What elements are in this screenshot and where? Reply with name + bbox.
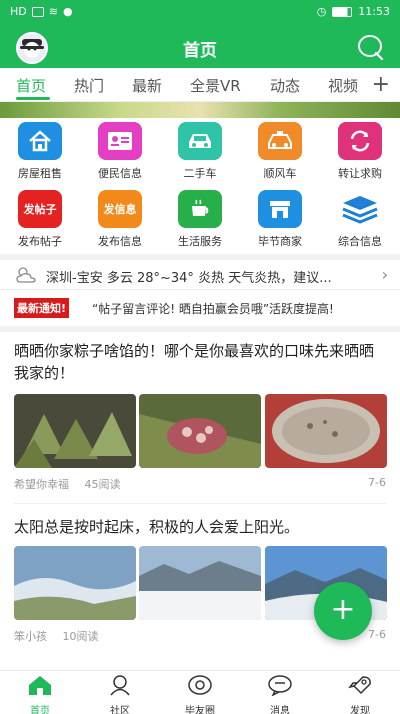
bottom-navigation: 首页 社区 毕友圈 消息 发现 — [0, 670, 400, 714]
post-meta: 笨小孩 10阅读 — [14, 628, 99, 644]
cloud-sun-icon — [16, 267, 36, 283]
grid-item-merchants[interactable]: 毕节商家 — [240, 190, 320, 252]
plus-icon: + — [330, 592, 356, 627]
tab-vr[interactable]: 全景VR — [190, 75, 241, 96]
tab-video[interactable]: 视频 — [328, 75, 358, 96]
active-tab-indicator — [16, 97, 50, 100]
community-icon — [110, 675, 130, 696]
grid-item-publish-info[interactable]: 发信息 发布信息 — [80, 190, 160, 252]
post-reads: 10阅读 — [62, 630, 99, 643]
post-reads: 45阅读 — [84, 478, 121, 491]
post-image[interactable] — [139, 546, 261, 620]
house-icon — [18, 122, 62, 160]
category-tabs: 首页 热门 最新 全景VR 动态 视频 + — [0, 68, 400, 102]
grid-item-house[interactable]: 房屋租售 — [0, 122, 80, 184]
signal-icon — [31, 6, 44, 17]
grid-item-general[interactable]: 综合信息 — [320, 190, 400, 252]
status-time: 11:53 — [358, 5, 390, 18]
id-card-icon — [98, 122, 142, 160]
banner-image[interactable] — [0, 102, 400, 118]
taxi-icon — [258, 122, 302, 160]
tab-hot[interactable]: 热门 — [74, 75, 104, 96]
grid-item-transfer[interactable]: 转让求购 — [320, 122, 400, 184]
car-icon — [178, 122, 222, 160]
nav-home[interactable]: 首页 — [0, 674, 80, 714]
tab-home[interactable]: 首页 — [16, 75, 46, 96]
grid-item-rideshare[interactable]: 顺风车 — [240, 122, 320, 184]
nav-friends-circle[interactable]: 毕友圈 — [160, 674, 240, 714]
nav-discover[interactable]: 发现 — [320, 674, 400, 714]
grid-item-publish-post[interactable]: 发帖子 发布帖子 — [0, 190, 80, 252]
tab-latest[interactable]: 最新 — [132, 75, 162, 96]
coffee-icon — [178, 190, 222, 228]
post-image[interactable] — [14, 394, 136, 468]
friends-circle-icon — [188, 675, 212, 695]
swap-icon — [338, 122, 382, 160]
rocket-icon — [348, 676, 371, 695]
post-image[interactable] — [139, 394, 261, 468]
search-icon — [358, 35, 384, 61]
layers-icon — [338, 190, 382, 228]
divider — [14, 503, 386, 504]
status-bar: HD ≋ ● ◷ 11:53 — [0, 0, 400, 24]
grid-item-life-service[interactable]: 生活服务 — [160, 190, 240, 252]
message-icon — [268, 675, 292, 697]
search-button[interactable] — [356, 33, 384, 61]
post-title: 晒晒你家粽子啥馅的！哪个是你最喜欢的口味先来晒晒我家的！ — [14, 342, 375, 382]
app-bar: 首页 — [0, 24, 400, 68]
notice-badge: 最新通知! — [14, 298, 70, 318]
post-icon: 发帖子 — [18, 190, 62, 228]
compose-fab[interactable]: + — [314, 582, 372, 640]
post-image[interactable] — [265, 394, 387, 468]
chevron-right-icon: › — [381, 265, 388, 284]
post-date: 7-6 — [368, 628, 386, 641]
notice-text: “帖子留言评论! 晒自拍赢会员哦”活跃度提高! — [92, 302, 334, 316]
post-images — [14, 394, 387, 468]
add-tab-button[interactable]: + — [372, 72, 390, 97]
notice-bar[interactable]: 最新通知! “帖子留言评论! 晒自拍赢会员哦”活跃度提高! — [0, 294, 400, 322]
post-author: 笨小孩 — [14, 630, 47, 643]
nav-messages[interactable]: 消息 — [240, 674, 320, 714]
message-icon: ● — [62, 5, 73, 18]
post-date: 7-6 — [368, 476, 386, 489]
service-grid: 房屋租售 便民信息 二手车 顺风车 转让求购 发帖子 发布帖子 发信息 发布信息 — [0, 122, 400, 252]
info-icon: 发信息 — [98, 190, 142, 228]
post-title: 太阳总是按时起床，积极的人会爱上阳光。 — [14, 518, 300, 536]
post-author: 希望你幸福 — [14, 478, 69, 491]
battery-icon — [332, 6, 353, 17]
plus-icon: + — [371, 72, 390, 97]
home-icon — [29, 676, 51, 695]
wifi-icon: ≋ — [48, 5, 58, 18]
post-meta: 希望你幸福 45阅读 — [14, 476, 121, 492]
alarm-icon: ◷ — [316, 5, 327, 18]
post-image[interactable] — [14, 546, 136, 620]
tab-dynamic[interactable]: 动态 — [270, 75, 300, 96]
weather-text: 深圳-宝安 多云 28°~34° 炎热 天气炎热，建议... — [46, 271, 332, 286]
grid-item-info[interactable]: 便民信息 — [80, 122, 160, 184]
shop-icon — [258, 190, 302, 228]
weather-bar[interactable]: 深圳-宝安 多云 28°~34° 炎热 天气炎热，建议... › — [0, 260, 400, 290]
grid-item-used-car[interactable]: 二手车 — [160, 122, 240, 184]
post-card[interactable]: 晒晒你家粽子啥馅的！哪个是你最喜欢的口味先来晒晒我家的！ 希望你幸福 45阅读 … — [0, 332, 400, 500]
hd-indicator: HD — [10, 5, 27, 18]
nav-community[interactable]: 社区 — [80, 674, 160, 714]
page-title: 首页 — [183, 41, 217, 61]
